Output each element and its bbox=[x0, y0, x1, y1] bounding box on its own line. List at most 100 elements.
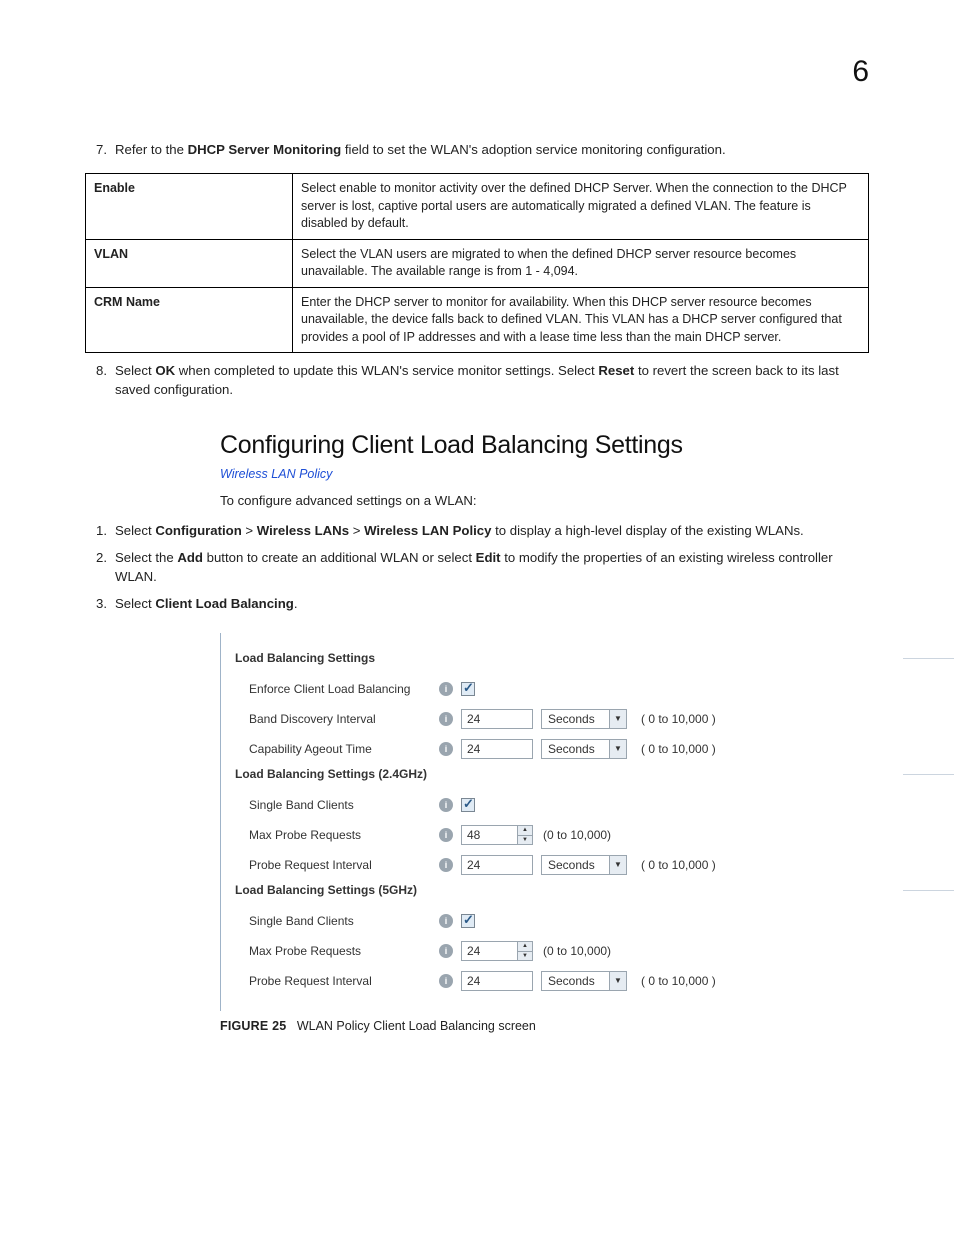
max-probe-5-label: Max Probe Requests bbox=[235, 944, 439, 958]
dhcp-monitoring-table: Enable Select enable to monitor activity… bbox=[85, 173, 869, 353]
info-icon[interactable]: i bbox=[439, 974, 453, 988]
band-discovery-input[interactable]: 24 bbox=[461, 709, 533, 729]
step-7-text: Refer to the DHCP Server Monitoring fiel… bbox=[115, 140, 869, 159]
figure-screenshot: Load Balancing Settings Enforce Client L… bbox=[220, 633, 895, 1011]
step-3-text: Select Client Load Balancing. bbox=[115, 594, 869, 613]
table-row: Enable Select enable to monitor activity… bbox=[86, 174, 869, 240]
chevron-down-icon: ▼ bbox=[609, 740, 626, 758]
figure-caption-text: WLAN Policy Client Load Balancing screen bbox=[297, 1019, 536, 1033]
info-icon[interactable]: i bbox=[439, 712, 453, 726]
range-hint: (0 to 10,000) bbox=[543, 828, 611, 842]
stepper-arrows[interactable]: ▲▼ bbox=[517, 826, 532, 844]
table-row: VLAN Select the VLAN users are migrated … bbox=[86, 239, 869, 287]
step-3: 3. Select Client Load Balancing. bbox=[85, 594, 869, 613]
row-24-single-band: Single Band Clients i bbox=[235, 791, 895, 819]
range-hint: ( 0 to 10,000 ) bbox=[641, 858, 716, 872]
max-probe-24-label: Max Probe Requests bbox=[235, 828, 439, 842]
probe-interval-24-unit-select[interactable]: Seconds ▼ bbox=[541, 855, 627, 875]
breadcrumb-link[interactable]: Wireless LAN Policy bbox=[220, 467, 332, 481]
capability-ageout-input[interactable]: 24 bbox=[461, 739, 533, 759]
info-icon[interactable]: i bbox=[439, 682, 453, 696]
table-key-vlan: VLAN bbox=[86, 239, 293, 287]
arrow-up-icon: ▲ bbox=[518, 826, 532, 836]
unit-value: Seconds bbox=[542, 740, 609, 758]
step-2-text: Select the Add button to create an addit… bbox=[115, 548, 869, 586]
unit-value: Seconds bbox=[542, 710, 609, 728]
chevron-down-icon: ▼ bbox=[609, 972, 626, 990]
probe-interval-24-input[interactable]: 24 bbox=[461, 855, 533, 875]
table-key-crm: CRM Name bbox=[86, 287, 293, 353]
capability-ageout-unit-select[interactable]: Seconds ▼ bbox=[541, 739, 627, 759]
info-icon[interactable]: i bbox=[439, 798, 453, 812]
info-icon[interactable]: i bbox=[439, 828, 453, 842]
arrow-up-icon: ▲ bbox=[518, 942, 532, 952]
fieldset-5ghz: Load Balancing Settings (5GHz) bbox=[235, 883, 895, 897]
intro-text: To configure advanced settings on a WLAN… bbox=[220, 491, 869, 510]
fieldset-load-balancing: Load Balancing Settings bbox=[235, 651, 895, 665]
step-7-list: 7. Refer to the DHCP Server Monitoring f… bbox=[85, 140, 869, 159]
band-discovery-unit-select[interactable]: Seconds ▼ bbox=[541, 709, 627, 729]
table-val-crm: Enter the DHCP server to monitor for ava… bbox=[293, 287, 869, 353]
info-icon[interactable]: i bbox=[439, 914, 453, 928]
range-hint: ( 0 to 10,000 ) bbox=[641, 974, 716, 988]
step-8-list: 8. Select OK when completed to update th… bbox=[85, 361, 869, 399]
capability-ageout-label: Capability Ageout Time bbox=[235, 742, 439, 756]
probe-interval-5-input[interactable]: 24 bbox=[461, 971, 533, 991]
step-8-number: 8. bbox=[85, 361, 115, 399]
chevron-down-icon: ▼ bbox=[609, 856, 626, 874]
stepper-arrows[interactable]: ▲▼ bbox=[517, 942, 532, 960]
arrow-down-icon: ▼ bbox=[518, 836, 532, 845]
info-icon[interactable]: i bbox=[439, 944, 453, 958]
band-discovery-label: Band Discovery Interval bbox=[235, 712, 439, 726]
section-heading: Configuring Client Load Balancing Settin… bbox=[220, 431, 869, 460]
unit-value: Seconds bbox=[542, 856, 609, 874]
range-hint: (0 to 10,000) bbox=[543, 944, 611, 958]
table-val-vlan: Select the VLAN users are migrated to wh… bbox=[293, 239, 869, 287]
single-band-24-checkbox[interactable] bbox=[461, 798, 475, 812]
unit-value: Seconds bbox=[542, 972, 609, 990]
row-24-probe-interval: Probe Request Interval i 24 Seconds ▼ ( … bbox=[235, 851, 895, 879]
step-1-number: 1. bbox=[85, 521, 115, 540]
row-5-max-probe: Max Probe Requests i 24 ▲▼ (0 to 10,000) bbox=[235, 937, 895, 965]
range-hint: ( 0 to 10,000 ) bbox=[641, 742, 716, 756]
step-3-number: 3. bbox=[85, 594, 115, 613]
fieldset-24ghz: Load Balancing Settings (2.4GHz) bbox=[235, 767, 895, 781]
probe-interval-24-label: Probe Request Interval bbox=[235, 858, 439, 872]
row-5-single-band: Single Band Clients i bbox=[235, 907, 895, 935]
row-24-max-probe: Max Probe Requests i 48 ▲▼ (0 to 10,000) bbox=[235, 821, 895, 849]
step-1: 1. Select Configuration > Wireless LANs … bbox=[85, 521, 869, 540]
enforce-checkbox[interactable] bbox=[461, 682, 475, 696]
max-probe-24-stepper[interactable]: 48 ▲▼ bbox=[461, 825, 533, 845]
row-capability-ageout: Capability Ageout Time i 24 Seconds ▼ ( … bbox=[235, 735, 895, 763]
table-row: CRM Name Enter the DHCP server to monito… bbox=[86, 287, 869, 353]
probe-interval-5-unit-select[interactable]: Seconds ▼ bbox=[541, 971, 627, 991]
step-2-number: 2. bbox=[85, 548, 115, 586]
single-band-24-label: Single Band Clients bbox=[235, 798, 439, 812]
enforce-label: Enforce Client Load Balancing bbox=[235, 682, 439, 696]
chevron-down-icon: ▼ bbox=[609, 710, 626, 728]
row-band-discovery: Band Discovery Interval i 24 Seconds ▼ (… bbox=[235, 705, 895, 733]
step-7-number: 7. bbox=[85, 140, 115, 159]
range-hint: ( 0 to 10,000 ) bbox=[641, 712, 716, 726]
step-8: 8. Select OK when completed to update th… bbox=[85, 361, 869, 399]
info-icon[interactable]: i bbox=[439, 858, 453, 872]
stepper-value: 24 bbox=[462, 942, 517, 960]
row-5-probe-interval: Probe Request Interval i 24 Seconds ▼ ( … bbox=[235, 967, 895, 995]
stepper-value: 48 bbox=[462, 826, 517, 844]
max-probe-5-stepper[interactable]: 24 ▲▼ bbox=[461, 941, 533, 961]
single-band-5-checkbox[interactable] bbox=[461, 914, 475, 928]
arrow-down-icon: ▼ bbox=[518, 952, 532, 961]
info-icon[interactable]: i bbox=[439, 742, 453, 756]
figure-label: FIGURE 25 bbox=[220, 1019, 286, 1033]
step-8-text: Select OK when completed to update this … bbox=[115, 361, 869, 399]
single-band-5-label: Single Band Clients bbox=[235, 914, 439, 928]
step-2: 2. Select the Add button to create an ad… bbox=[85, 548, 869, 586]
step-1-text: Select Configuration > Wireless LANs > W… bbox=[115, 521, 869, 540]
row-enforce: Enforce Client Load Balancing i bbox=[235, 675, 895, 703]
step-7: 7. Refer to the DHCP Server Monitoring f… bbox=[85, 140, 869, 159]
table-key-enable: Enable bbox=[86, 174, 293, 240]
figure-caption: FIGURE 25 WLAN Policy Client Load Balanc… bbox=[220, 1019, 869, 1033]
table-val-enable: Select enable to monitor activity over t… bbox=[293, 174, 869, 240]
steps-list: 1. Select Configuration > Wireless LANs … bbox=[85, 521, 869, 614]
probe-interval-5-label: Probe Request Interval bbox=[235, 974, 439, 988]
